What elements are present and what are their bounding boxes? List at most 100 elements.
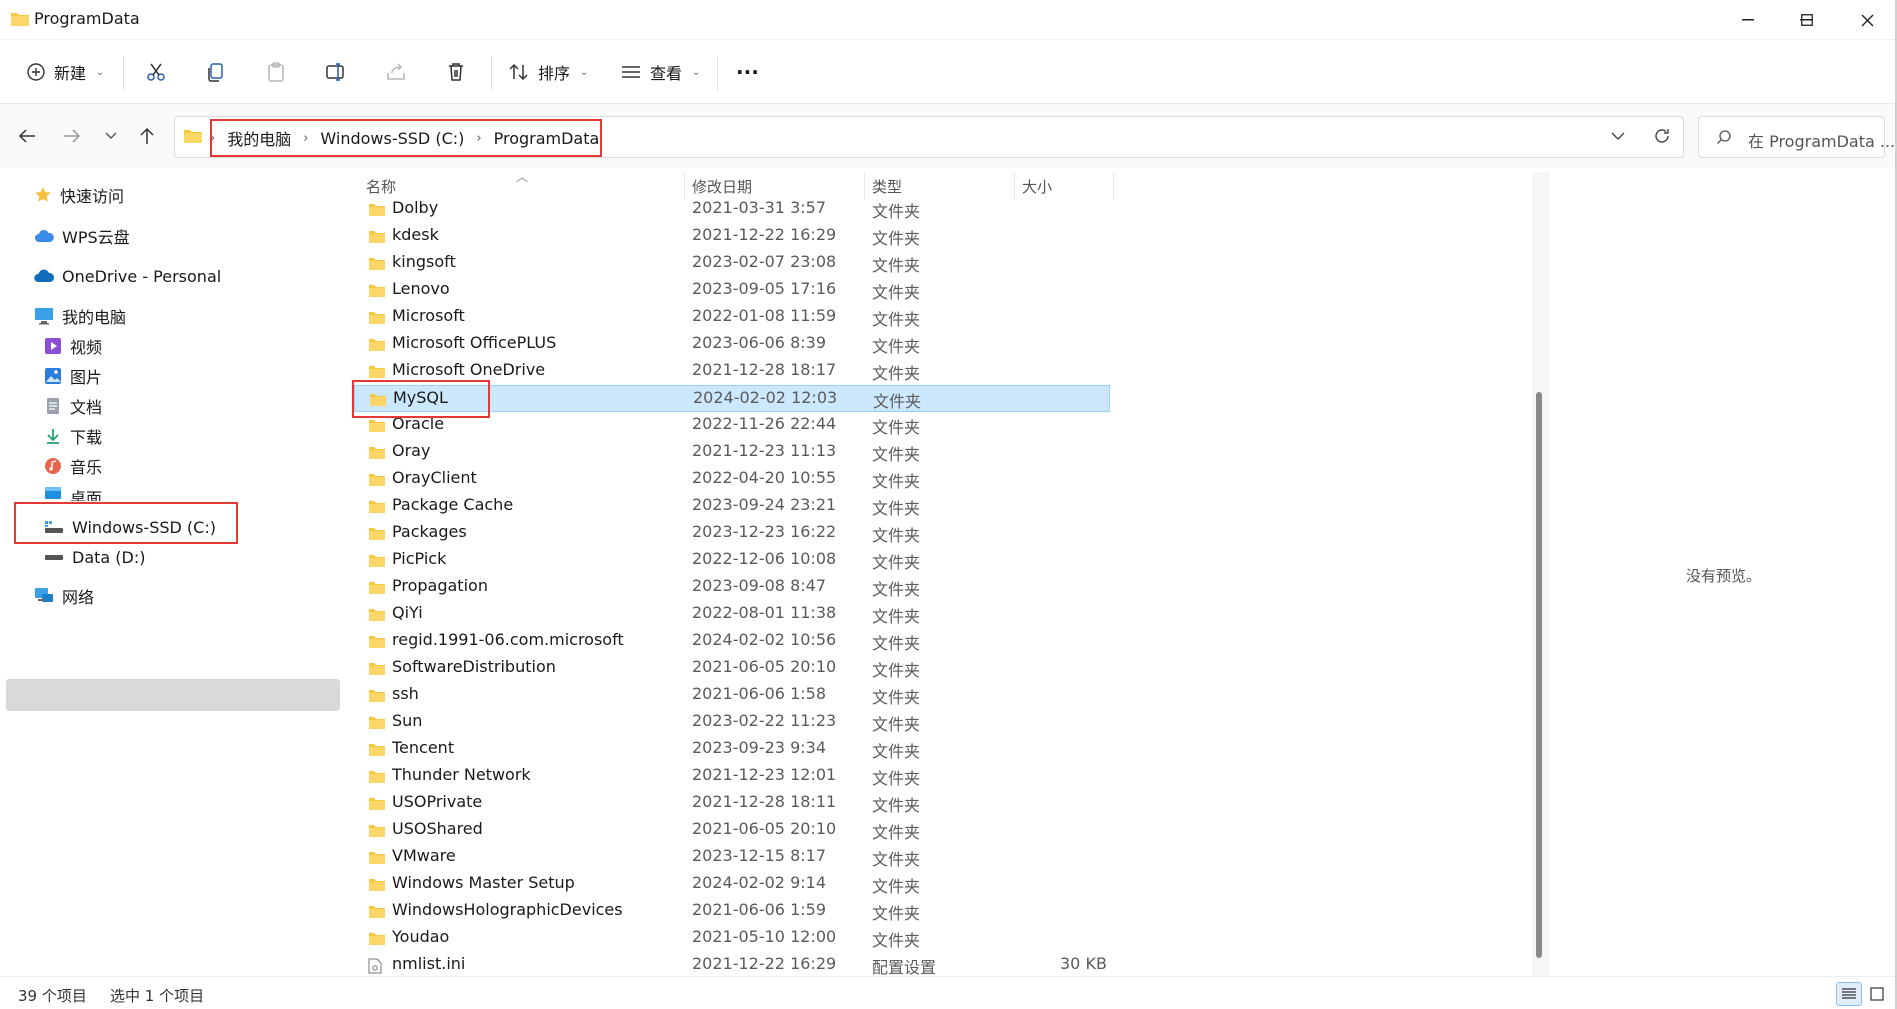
sidebar-item-network[interactable]: 网络 (34, 581, 94, 611)
file-date: 2023-12-23 16:22 (692, 522, 837, 541)
file-row[interactable]: Oray 2021-12-23 11:13 文件夹 (354, 439, 1110, 466)
file-row[interactable]: Microsoft OfficePLUS 2023-06-06 8:39 文件夹 (354, 331, 1110, 358)
file-row[interactable]: Thunder Network 2021-12-23 12:01 文件夹 (354, 763, 1110, 790)
file-row[interactable]: Lenovo 2023-09-05 17:16 文件夹 (354, 277, 1110, 304)
file-type: 文件夹 (872, 877, 921, 896)
file-name: Tencent (392, 738, 455, 757)
cut-button[interactable] (145, 54, 167, 90)
paste-button[interactable] (265, 54, 287, 90)
folder-icon (368, 823, 386, 842)
file-date: 2021-12-22 16:29 (692, 225, 837, 244)
tiles-view-button[interactable] (1864, 982, 1890, 1006)
rename-button[interactable] (325, 54, 347, 90)
search-placeholder: 在 ProgramData ... (1748, 132, 1896, 151)
sidebar-item-music[interactable]: 音乐 (44, 451, 102, 481)
folder-icon (369, 392, 387, 411)
sidebar-item-label: 图片 (70, 368, 103, 387)
file-date: 2021-06-06 1:58 (692, 684, 826, 703)
sidebar-item-quick-access[interactable]: 快速访问 (34, 180, 124, 210)
file-row[interactable]: Oracle 2022-11-26 22:44 文件夹 (354, 412, 1110, 439)
file-row[interactable]: kingsoft 2023-02-07 23:08 文件夹 (354, 250, 1110, 277)
file-date: 2023-09-23 9:34 (692, 738, 826, 757)
back-button[interactable] (11, 120, 43, 152)
chevron-down-icon: ⌄ (580, 66, 589, 78)
close-button[interactable] (1837, 0, 1897, 40)
scrollbar-thumb[interactable] (1536, 392, 1542, 958)
more-options-button[interactable]: ··· (736, 54, 759, 90)
folder-icon (368, 445, 386, 464)
breadcrumb-my-computer[interactable]: 我的电脑 (227, 126, 291, 150)
file-row[interactable]: SoftwareDistribution 2021-06-05 20:10 文件夹 (354, 655, 1110, 682)
sidebar-item-wps-cloud[interactable]: WPS云盘 (34, 221, 130, 251)
file-row[interactable]: regid.1991-06.com.microsoft 2024-02-02 10… (354, 628, 1110, 655)
forward-button[interactable] (56, 120, 88, 152)
column-divider[interactable] (1113, 172, 1114, 200)
minimize-button[interactable] (1718, 0, 1778, 40)
chevron-right-icon[interactable]: › (476, 131, 481, 146)
window-title: ProgramData (34, 9, 140, 28)
file-row[interactable]: OrayClient 2022-04-20 10:55 文件夹 (354, 466, 1110, 493)
file-row[interactable]: Dolby 2021-03-31 3:57 文件夹 (354, 196, 1110, 223)
file-type: 文件夹 (872, 472, 921, 491)
file-row[interactable]: Propagation 2023-09-08 8:47 文件夹 (354, 574, 1110, 601)
file-row[interactable]: PicPick 2022-12-06 10:08 文件夹 (354, 547, 1110, 574)
folder-icon (368, 418, 386, 437)
breadcrumb-programdata[interactable]: ProgramData (494, 129, 600, 148)
arrow-right-icon (64, 129, 81, 143)
column-header-size[interactable]: 大小 (1022, 176, 1052, 197)
recent-locations-button[interactable] (95, 120, 127, 152)
refresh-button[interactable] (1646, 120, 1678, 152)
file-row[interactable]: VMware 2023-12-15 8:17 文件夹 (354, 844, 1110, 871)
scissors-icon (147, 63, 165, 81)
file-name: Thunder Network (392, 765, 531, 784)
new-button[interactable]: 新建 ⌄ (26, 54, 104, 90)
file-row[interactable]: Microsoft 2022-01-08 11:59 文件夹 (354, 304, 1110, 331)
file-row[interactable]: USOShared 2021-06-05 20:10 文件夹 (354, 817, 1110, 844)
drive-icon (45, 555, 63, 560)
sidebar-item-my-computer[interactable]: 我的电脑 (34, 301, 126, 331)
maximize-button[interactable] (1777, 0, 1837, 40)
column-header-name[interactable]: 名称 (366, 176, 396, 197)
column-header-type[interactable]: 类型 (872, 176, 902, 197)
delete-button[interactable] (445, 54, 467, 90)
download-icon (47, 429, 59, 444)
sidebar-item-drive-d[interactable]: Data (D:) (44, 542, 145, 572)
sidebar-item-downloads[interactable]: 下载 (44, 421, 102, 451)
file-name: Windows Master Setup (392, 873, 575, 892)
file-row[interactable]: Windows Master Setup 2024-02-02 9:14 文件夹 (354, 871, 1110, 898)
file-row[interactable]: MySQL 2024-02-02 12:03 文件夹 (354, 385, 1110, 412)
sidebar-item-videos[interactable]: 视频 (44, 331, 102, 361)
up-button[interactable] (131, 120, 163, 152)
breadcrumb-drive-c[interactable]: Windows-SSD (C:) (320, 129, 464, 148)
share-button[interactable] (385, 54, 407, 90)
drive-icon (45, 521, 63, 533)
file-row[interactable]: Tencent 2023-09-23 9:34 文件夹 (354, 736, 1110, 763)
view-list-icon (622, 66, 640, 78)
sidebar-item-desktop[interactable]: 桌面 (44, 481, 102, 501)
file-row[interactable]: Microsoft OneDrive 2021-12-28 18:17 文件夹 (354, 358, 1110, 385)
file-row[interactable]: ssh 2021-06-06 1:58 文件夹 (354, 682, 1110, 709)
file-row[interactable]: nmlist.ini 2021-12-22 16:29 配置设置 30 KB (354, 952, 1110, 979)
file-row[interactable]: Sun 2023-02-22 11:23 文件夹 (354, 709, 1110, 736)
file-row[interactable]: USOPrivate 2021-12-28 18:11 文件夹 (354, 790, 1110, 817)
copy-button[interactable] (205, 54, 227, 90)
file-row[interactable]: QiYi 2022-08-01 11:38 文件夹 (354, 601, 1110, 628)
sidebar-item-drive-c[interactable]: Windows-SSD (C:) (44, 512, 216, 542)
file-row[interactable]: kdesk 2021-12-22 16:29 文件夹 (354, 223, 1110, 250)
address-history-button[interactable] (1602, 120, 1634, 152)
sidebar-item-onedrive[interactable]: OneDrive - Personal (34, 261, 221, 291)
trash-icon (449, 63, 463, 81)
sidebar-item-pictures[interactable]: 图片 (44, 361, 102, 391)
chevron-right-icon[interactable]: › (210, 131, 215, 146)
file-date: 2021-06-06 1:59 (692, 900, 826, 919)
file-row[interactable]: Youdao 2021-05-10 12:00 文件夹 (354, 925, 1110, 952)
file-row[interactable]: Package Cache 2023-09-24 23:21 文件夹 (354, 493, 1110, 520)
file-row[interactable]: Packages 2023-12-23 16:22 文件夹 (354, 520, 1110, 547)
sidebar-item-documents[interactable]: 文档 (44, 391, 102, 421)
details-view-button[interactable] (1836, 982, 1862, 1006)
sort-button[interactable]: 排序 ⌄ (508, 54, 588, 90)
column-header-date[interactable]: 修改日期 (692, 176, 752, 197)
file-row[interactable]: WindowsHolographicDevices 2021-06-06 1:59… (354, 898, 1110, 925)
chevron-right-icon[interactable]: › (303, 131, 308, 146)
view-button[interactable]: 查看 ⌄ (620, 54, 700, 90)
